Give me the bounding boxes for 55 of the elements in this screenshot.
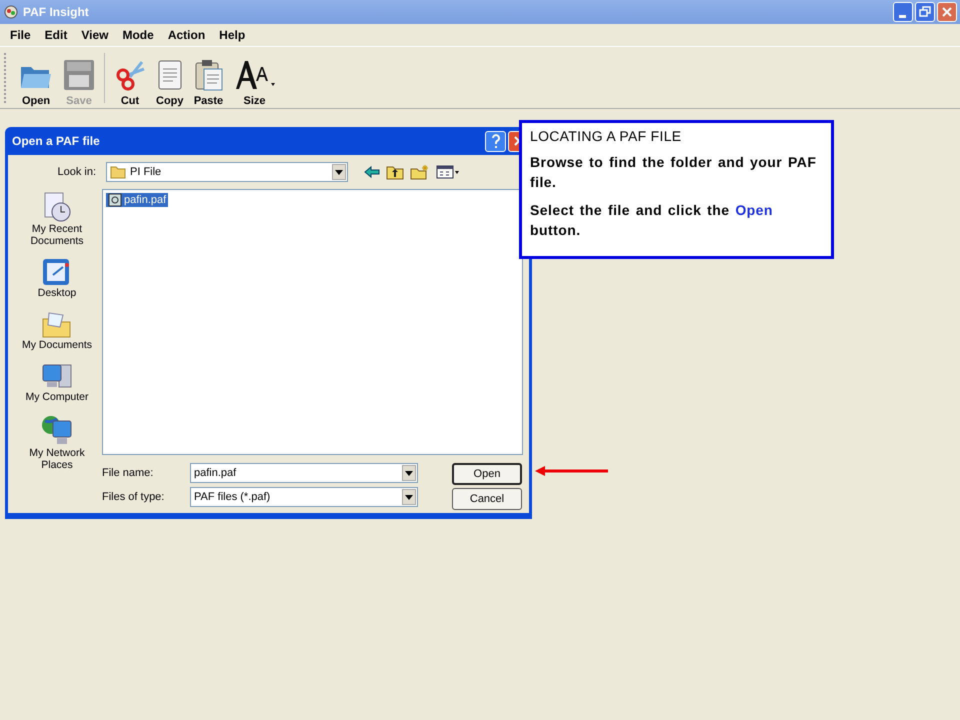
places-item[interactable]: My Recent Documents [17,191,97,247]
dropdown-button[interactable] [402,465,416,481]
new-folder-icon[interactable] [410,164,430,180]
window-title: PAF Insight [23,5,89,19]
callout-text: Select the file and click the Open button. [530,201,774,240]
places-item[interactable]: My Computer [17,361,97,403]
menu-item[interactable]: View [75,28,114,42]
network-computer-icon [41,413,73,447]
menu-item[interactable]: Help [213,28,252,42]
look-in-dropdown[interactable]: PI File [106,162,348,182]
app-icon [3,4,19,20]
copy-tool-button[interactable]: Copy [151,48,188,106]
places-item[interactable]: Desktop [17,257,97,299]
look-in-label: Look in: [56,166,96,178]
menu-item[interactable]: Mode [116,28,160,42]
document-icon [156,58,183,90]
dropdown-button[interactable] [402,489,416,505]
clipboard-icon [194,58,224,90]
minimize-icon [898,14,906,18]
dialog-title: Open a PAF file [12,134,100,148]
file-type-label: Files of type: [102,491,166,503]
callout-text: Browse to find the folder and your PAF file. [530,153,818,192]
close-icon [941,6,953,18]
file-name-field[interactable]: pafin.paf [190,463,418,483]
open-tool-button[interactable]: Open [14,48,58,106]
cut-tool-button[interactable]: Cut [109,48,151,106]
menu-item[interactable]: Edit [38,28,74,42]
caret-icon [405,494,413,500]
document-icon [108,193,122,207]
restore-icon [919,6,931,18]
file-type-dropdown[interactable]: PAF files (*.paf) [190,487,418,507]
font-size-icon [234,58,276,90]
folder-up-icon[interactable] [386,164,404,180]
size-tool-button[interactable]: Size [228,48,280,106]
file-entry[interactable]: pafin.paf [106,193,168,207]
dropdown-button[interactable] [332,164,346,180]
scissors-icon [114,58,146,90]
view-menu-icon[interactable] [436,165,460,179]
menu-item[interactable]: Action [162,28,212,42]
help-button[interactable] [485,130,506,152]
back-arrow-icon[interactable] [364,165,380,179]
menu-item[interactable]: File [4,28,37,42]
places-item[interactable]: My Documents [17,309,97,351]
cancel-button[interactable]: Cancel [452,488,522,510]
minimize-button[interactable] [893,2,913,22]
places-item[interactable]: My Network Places [17,413,97,471]
restore-button[interactable] [915,2,935,22]
caret-icon [335,170,343,174]
caret-icon [405,470,413,476]
callout-title: LOCATING A PAF FILE [530,128,682,144]
question-mark-icon [490,134,502,148]
file-name-label: File name: [102,467,154,479]
folder-icon [110,165,126,179]
open-button[interactable]: Open [452,463,522,485]
paste-tool-button[interactable]: Paste [188,48,228,106]
